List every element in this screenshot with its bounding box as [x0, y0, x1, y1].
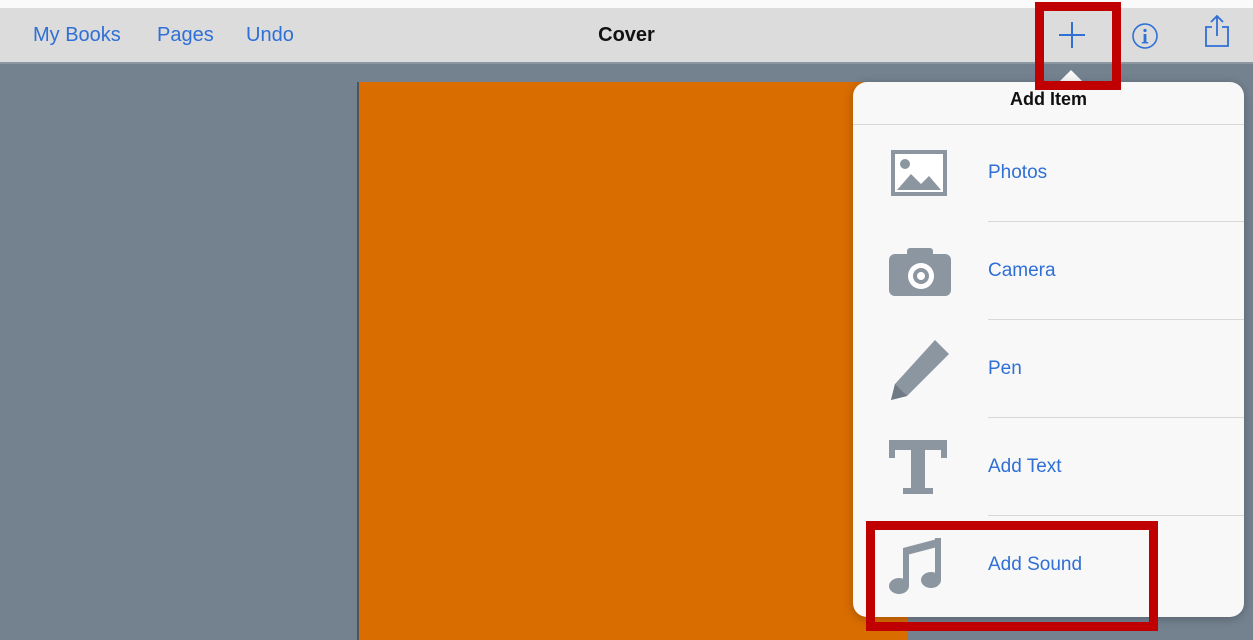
- popover-title: Add Item: [853, 82, 1244, 125]
- menu-item-photos[interactable]: Photos: [853, 124, 1244, 222]
- music-note-icon: [883, 534, 953, 596]
- info-button[interactable]: [1131, 22, 1159, 50]
- info-icon: [1132, 23, 1158, 49]
- text-icon: [883, 436, 953, 498]
- menu-label-add-text: Add Text: [988, 456, 1062, 477]
- menu-item-add-sound[interactable]: Add Sound: [853, 516, 1244, 614]
- add-item-popover: Add Item Photos Camera Pen Add Text Add …: [853, 82, 1244, 617]
- menu-label-pen: Pen: [988, 358, 1022, 379]
- photos-icon: [883, 142, 953, 204]
- menu-item-camera[interactable]: Camera: [853, 222, 1244, 320]
- add-item-button[interactable]: [1057, 20, 1087, 50]
- plus-icon: [1059, 22, 1085, 48]
- status-strip: [0, 0, 1253, 8]
- menu-item-pen[interactable]: Pen: [853, 320, 1244, 418]
- book-cover-page[interactable]: [357, 82, 907, 640]
- share-button[interactable]: [1204, 14, 1230, 48]
- menu-label-camera: Camera: [988, 260, 1056, 281]
- camera-icon: [883, 240, 953, 302]
- menu-label-photos: Photos: [988, 162, 1048, 183]
- menu-item-add-text[interactable]: Add Text: [853, 418, 1244, 516]
- share-icon: [1205, 14, 1229, 47]
- pen-icon: [883, 338, 953, 400]
- menu-label-add-sound: Add Sound: [988, 554, 1083, 575]
- toolbar: My Books Pages Undo Cover: [0, 0, 1253, 64]
